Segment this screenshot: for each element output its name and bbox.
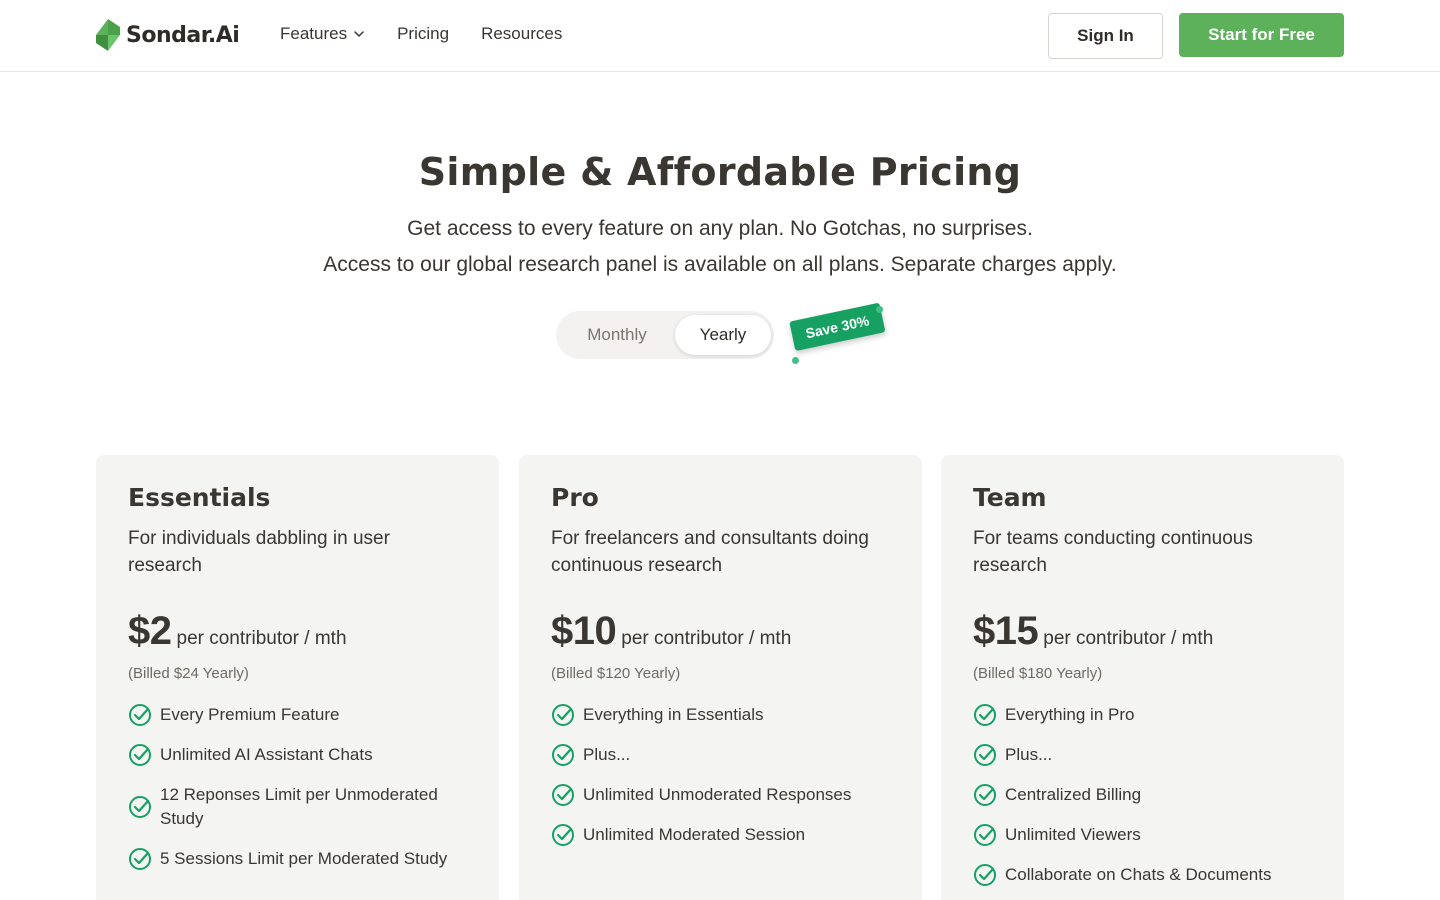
feature-item: Every Premium Feature bbox=[128, 703, 467, 727]
feature-item: 12 Reponses Limit per Unmoderated Study bbox=[128, 783, 467, 831]
feature-text: Unlimited Viewers bbox=[1005, 825, 1141, 844]
price-row: $10 per contributor / mth bbox=[551, 609, 890, 653]
feature-text: 12 Reponses Limit per Unmoderated Study bbox=[160, 785, 438, 828]
feature-item: 5 Sessions Limit per Moderated Study bbox=[128, 847, 467, 871]
billing-period-toggle: Monthly Yearly bbox=[556, 311, 774, 359]
feature-text: Every Premium Feature bbox=[160, 705, 340, 724]
toggle-option-yearly[interactable]: Yearly bbox=[675, 315, 771, 355]
price-row: $2 per contributor / mth bbox=[128, 609, 467, 653]
feature-item: Collaborate on Chats & Documents bbox=[973, 863, 1312, 887]
sign-in-button[interactable]: Sign In bbox=[1048, 13, 1163, 59]
plan-card-team: Team For teams conducting continuous res… bbox=[941, 455, 1344, 900]
feature-item: Unlimited Unmoderated Responses bbox=[551, 783, 890, 807]
check-circle-icon bbox=[552, 704, 574, 726]
check-circle-icon bbox=[552, 744, 574, 766]
feature-text: Unlimited AI Assistant Chats bbox=[160, 745, 373, 764]
feature-text: 5 Sessions Limit per Moderated Study bbox=[160, 849, 448, 868]
check-circle-icon bbox=[974, 704, 996, 726]
check-circle-icon bbox=[552, 824, 574, 846]
logo[interactable]: Sondar.Ai bbox=[96, 19, 240, 51]
check-circle-icon bbox=[129, 704, 151, 726]
feature-item: Centralized Billing bbox=[973, 783, 1312, 807]
badge-pin-dot bbox=[876, 306, 883, 313]
check-circle-icon bbox=[129, 848, 151, 870]
feature-text: Unlimited Unmoderated Responses bbox=[583, 785, 852, 804]
feature-text: Everything in Pro bbox=[1005, 705, 1135, 724]
plan-description: For freelancers and consultants doing co… bbox=[551, 528, 869, 576]
billed-note: (Billed $180 Yearly) bbox=[973, 665, 1103, 682]
nav-item-resources[interactable]: Resources bbox=[481, 24, 562, 44]
check-circle-icon bbox=[129, 744, 151, 766]
feature-list: Everything in Essentials Plus... Unlimit… bbox=[551, 703, 890, 847]
feature-text: Plus... bbox=[1005, 745, 1053, 764]
plan-price: $10 bbox=[551, 609, 617, 653]
plan-card-pro: Pro For freelancers and consultants doin… bbox=[519, 455, 922, 900]
badge-pin-dot bbox=[792, 357, 799, 364]
plan-price: $2 bbox=[128, 609, 172, 653]
check-circle-icon bbox=[974, 864, 996, 886]
nav-item-label: Features bbox=[280, 24, 348, 43]
plan-name: Team bbox=[973, 483, 1047, 512]
subtitle-research-panel: Access to our global research panel is a… bbox=[323, 253, 1117, 276]
check-circle-icon bbox=[974, 744, 996, 766]
save-badge-wrapper: Save 30% bbox=[789, 302, 886, 357]
check-circle-icon bbox=[129, 796, 151, 818]
plan-card-essentials: Essentials For individuals dabbling in u… bbox=[96, 455, 499, 900]
feature-list: Every Premium Feature Unlimited AI Assis… bbox=[128, 703, 467, 871]
plan-name: Essentials bbox=[128, 483, 271, 512]
nav-item-features[interactable]: Features bbox=[280, 24, 365, 44]
chevron-down-icon bbox=[354, 31, 364, 37]
feature-item: Unlimited Moderated Session bbox=[551, 823, 890, 847]
check-circle-icon bbox=[974, 784, 996, 806]
check-circle-icon bbox=[974, 824, 996, 846]
price-row: $15 per contributor / mth bbox=[973, 609, 1312, 653]
feature-item: Plus... bbox=[551, 743, 890, 767]
logo-text: Sondar.Ai bbox=[126, 22, 240, 48]
start-for-free-button[interactable]: Start for Free bbox=[1179, 13, 1344, 57]
feature-list: Everything in Pro Plus... Centralized Bi… bbox=[973, 703, 1312, 887]
sondar-logo-icon bbox=[96, 19, 120, 51]
plan-description: For individuals dabbling in user researc… bbox=[128, 528, 390, 576]
check-circle-icon bbox=[552, 784, 574, 806]
feature-item: Everything in Pro bbox=[973, 703, 1312, 727]
toggle-option-monthly[interactable]: Monthly bbox=[560, 315, 674, 355]
main-nav: Features Pricing Resources bbox=[280, 24, 562, 44]
feature-text: Plus... bbox=[583, 745, 631, 764]
page-title: Simple & Affordable Pricing bbox=[418, 150, 1022, 194]
feature-item: Unlimited Viewers bbox=[973, 823, 1312, 847]
feature-text: Everything in Essentials bbox=[583, 705, 764, 724]
save-badge: Save 30% bbox=[789, 302, 886, 352]
subtitle-features: Get access to every feature on any plan.… bbox=[407, 217, 1033, 240]
nav-item-pricing[interactable]: Pricing bbox=[397, 24, 449, 44]
top-nav-bar: Sondar.Ai Features Pricing Resources Sig… bbox=[0, 0, 1440, 72]
price-unit: per contributor / mth bbox=[176, 628, 347, 649]
nav-item-label: Resources bbox=[481, 24, 563, 43]
billed-note: (Billed $24 Yearly) bbox=[128, 665, 249, 682]
price-unit: per contributor / mth bbox=[621, 628, 792, 649]
feature-item: Everything in Essentials bbox=[551, 703, 890, 727]
nav-item-label: Pricing bbox=[397, 24, 450, 43]
feature-item: Plus... bbox=[973, 743, 1312, 767]
plan-description: For teams conducting continuous research bbox=[973, 528, 1253, 576]
plan-name: Pro bbox=[551, 483, 599, 512]
feature-item: Unlimited AI Assistant Chats bbox=[128, 743, 467, 767]
feature-text: Collaborate on Chats & Documents bbox=[1005, 865, 1272, 884]
plan-price: $15 bbox=[973, 609, 1039, 653]
billed-note: (Billed $120 Yearly) bbox=[551, 665, 681, 682]
feature-text: Unlimited Moderated Session bbox=[583, 825, 806, 844]
feature-text: Centralized Billing bbox=[1005, 785, 1142, 804]
price-unit: per contributor / mth bbox=[1043, 628, 1214, 649]
